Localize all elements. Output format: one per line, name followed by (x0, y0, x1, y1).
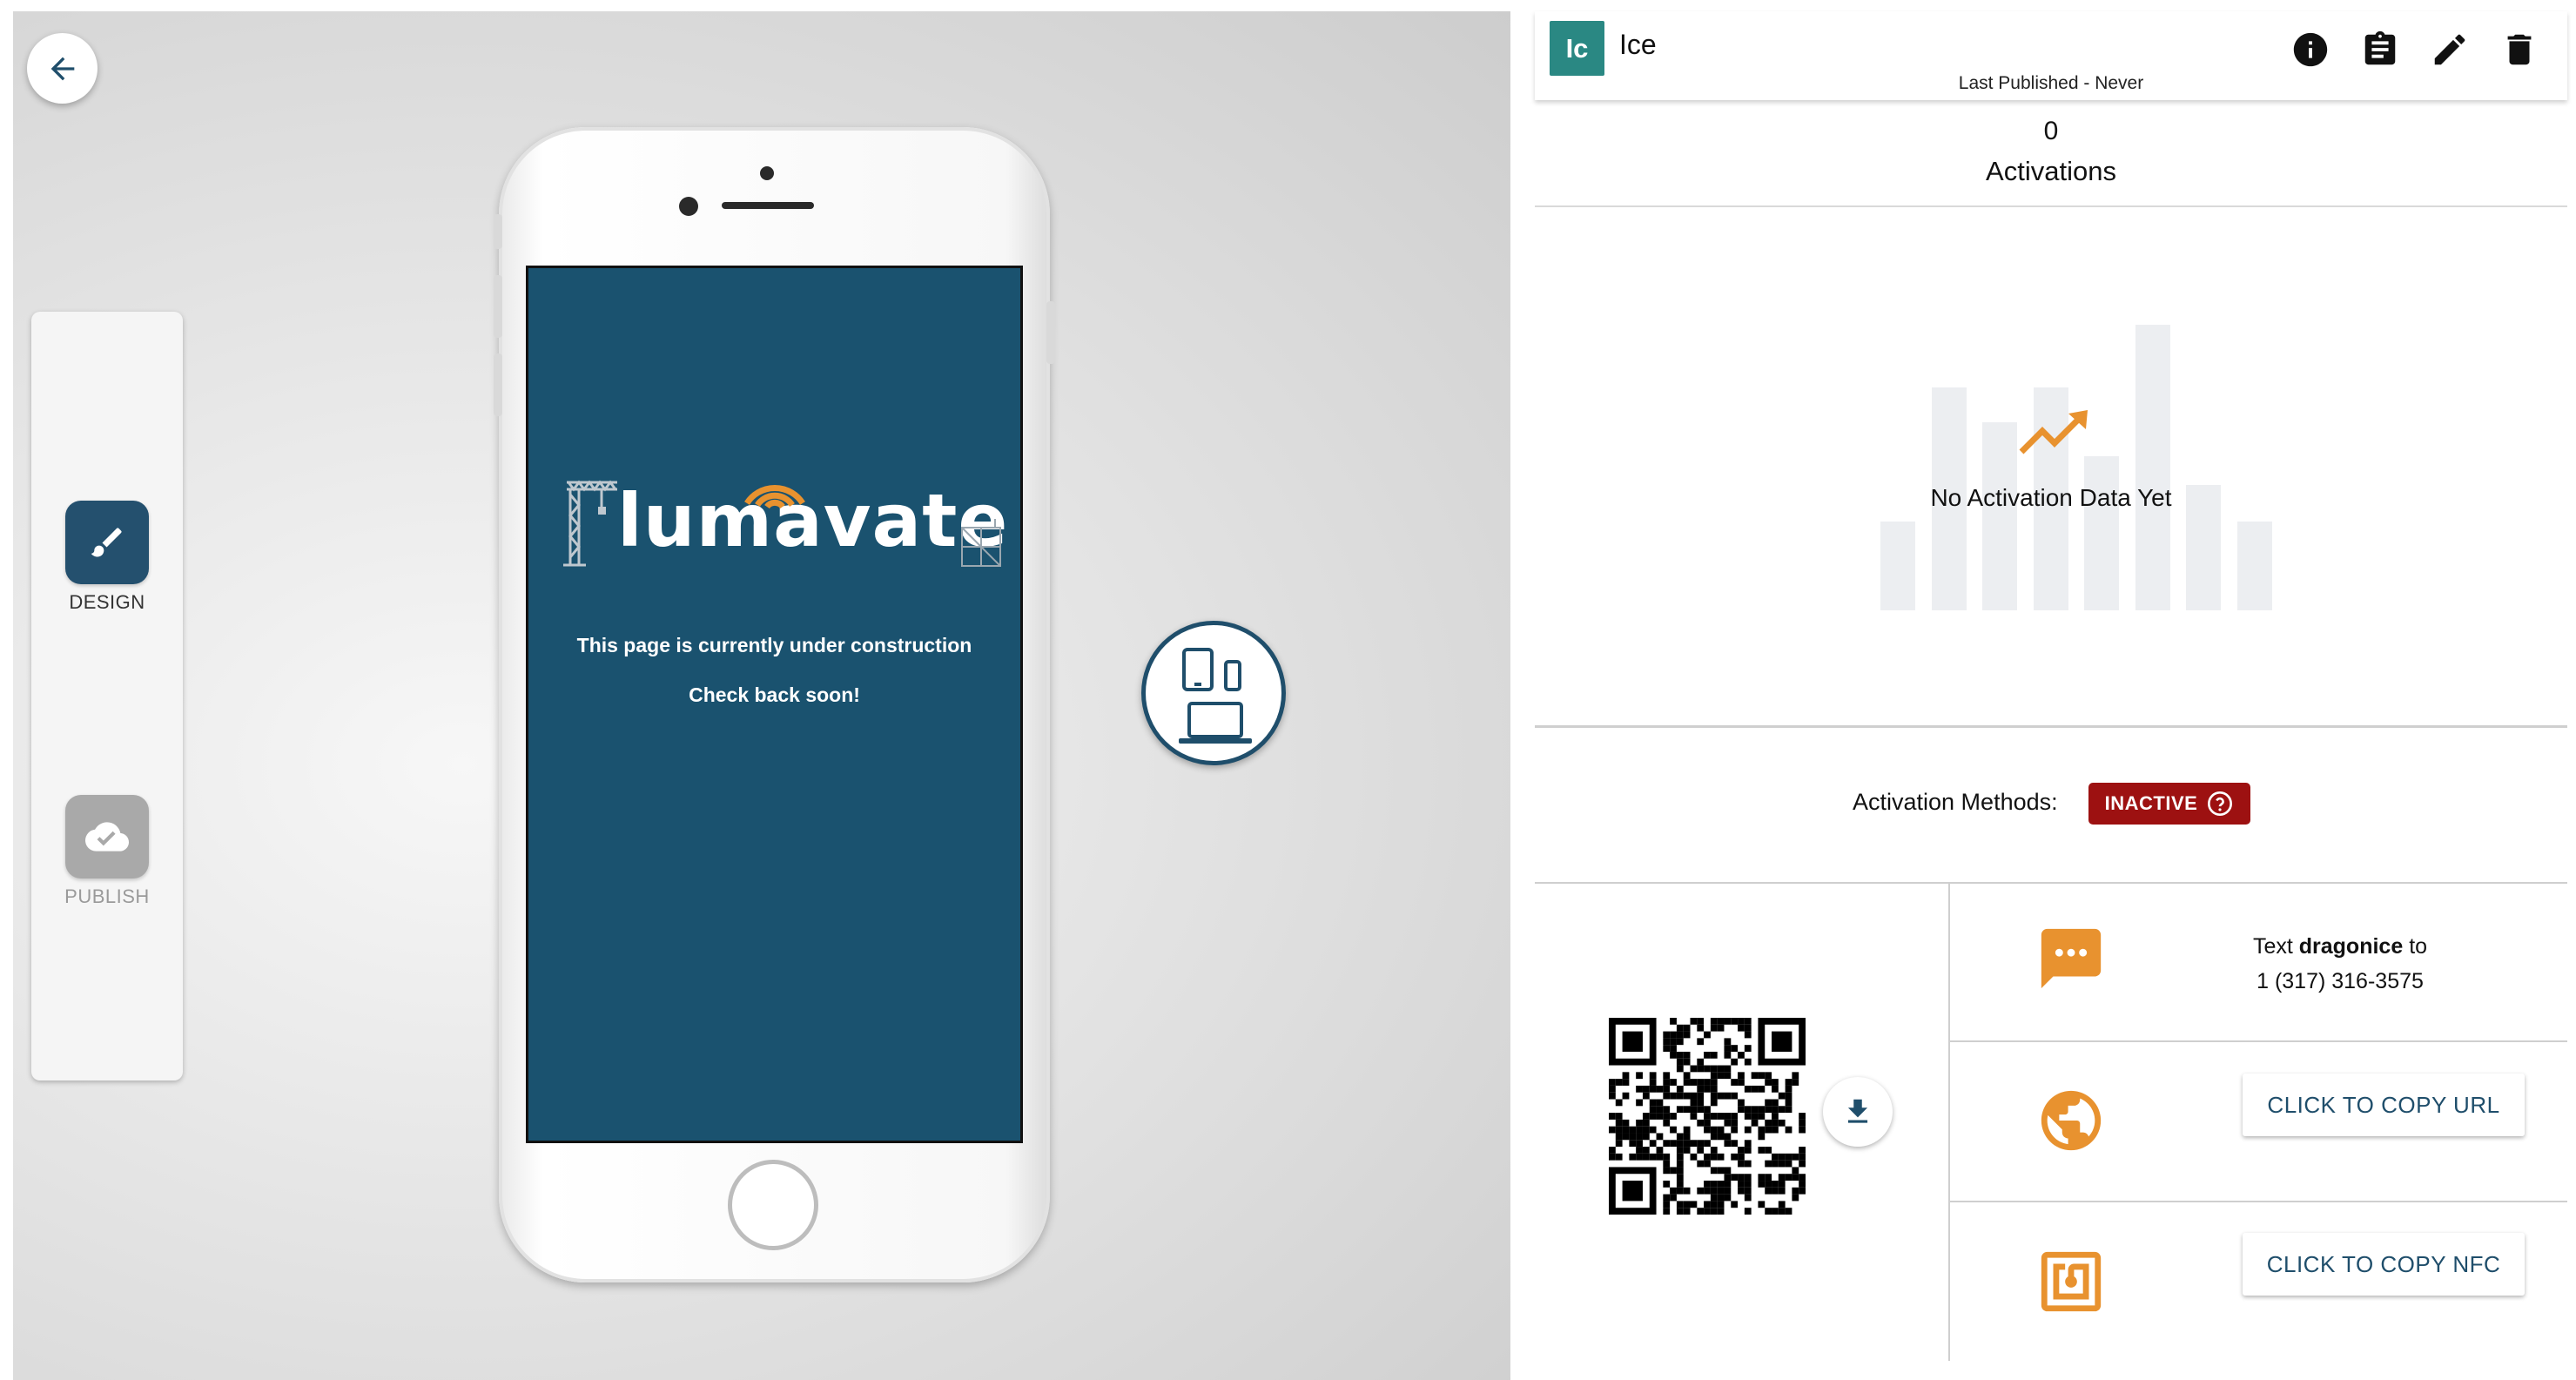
activation-methods-label: Activation Methods: (1853, 789, 2058, 815)
phone-power-button (1046, 301, 1055, 364)
cloud-check-icon (85, 822, 129, 852)
placeholder-bars (1880, 325, 2272, 610)
chat-icon (2041, 928, 2102, 989)
paintbrush-icon (91, 528, 122, 557)
wifi-signal-icon (744, 485, 805, 508)
download-icon (1847, 1099, 1868, 1123)
sms-prefix: Text (2252, 934, 2293, 959)
back-button[interactable] (27, 33, 98, 104)
activation-methods-grid: Text dragonice to 1 (317) 316-3575 CLICK… (1535, 884, 2567, 1361)
logo-wordmark: lumavate (617, 478, 1009, 563)
info-icon (2293, 32, 2328, 67)
no-data-message: No Activation Data Yet (1930, 484, 2172, 511)
publish-label: PUBLISH (64, 885, 150, 907)
publish-button[interactable] (65, 795, 149, 878)
device-toggle-button[interactable] (1141, 621, 1286, 765)
design-tool[interactable]: DESIGN (31, 501, 183, 614)
divider (1950, 1040, 2567, 1042)
qr-code (1609, 1018, 1806, 1215)
download-qr-button[interactable] (1823, 1077, 1893, 1147)
phone-mute-switch (494, 214, 502, 249)
preview-canvas: DESIGN PUBLISH lumavate This page is cur… (13, 11, 1510, 1380)
sms-keyword: dragonice (2298, 934, 2404, 959)
phone-camera (679, 197, 698, 216)
design-button[interactable] (65, 501, 149, 584)
crane-icon (563, 480, 617, 567)
info-button[interactable] (2286, 25, 2335, 74)
last-published: Last Published - Never (1958, 73, 2144, 93)
publish-tool[interactable]: PUBLISH (31, 795, 183, 908)
arrow-left-icon (50, 57, 74, 80)
divider (1535, 725, 2567, 728)
phone-volume-up (494, 275, 502, 338)
trending-up-icon (2019, 410, 2088, 454)
phone-home-button (728, 1160, 818, 1250)
clipboard-button[interactable] (2356, 25, 2404, 74)
placeholder-bar (1982, 422, 2017, 610)
devices-icon (1179, 648, 1252, 744)
divider (1948, 884, 1950, 1361)
side-toolbar: DESIGN PUBLISH (31, 312, 183, 1080)
pencil-icon (2434, 34, 2465, 65)
placeholder-bar (2084, 456, 2119, 610)
phone-mockup: lumavate This page is currently under co… (494, 127, 1055, 1282)
delete-button[interactable] (2495, 25, 2544, 74)
app-header: Ic Ice Last Published - Never (1535, 11, 2567, 100)
placeholder-bar (2135, 325, 2170, 610)
sms-phone-number: 1 (317) 316-3575 (2257, 969, 2424, 993)
top-bar (0, 0, 2576, 10)
construction-message: This page is currently under constructio… (576, 634, 972, 656)
sms-instructions: Text dragonice to 1 (317) 316-3575 (2196, 929, 2484, 999)
phone-screen: lumavate This page is currently under co… (526, 266, 1023, 1143)
app-title: Ice (1619, 29, 1657, 60)
activation-count: 0 (2043, 117, 2059, 145)
lumavate-logo: lumavate (560, 474, 1007, 578)
avatar: Ic (1550, 21, 1604, 76)
activation-chart-placeholder (1535, 210, 2567, 732)
nfc-icon (2041, 1251, 2102, 1312)
divider (1950, 1201, 2567, 1202)
help-circle-icon (2208, 791, 2233, 816)
trash-icon (2507, 34, 2532, 65)
copy-nfc-button[interactable]: CLICK TO COPY NFC (2243, 1233, 2525, 1296)
design-label: DESIGN (69, 591, 145, 613)
phone-sensor (760, 166, 774, 180)
placeholder-bar (2236, 522, 2272, 610)
globe-icon (2041, 1090, 2102, 1151)
sms-suffix: to (2409, 934, 2428, 959)
clipboard-icon (2364, 30, 2396, 65)
activation-label: Activations (1986, 156, 2116, 186)
divider (1535, 205, 2567, 207)
phone-volume-down (494, 353, 502, 416)
status-text: INACTIVE (2104, 792, 2198, 814)
edit-button[interactable] (2425, 25, 2474, 74)
placeholder-bar (1880, 522, 1915, 610)
copy-url-button[interactable]: CLICK TO COPY URL (2243, 1074, 2525, 1136)
check-back-message: Check back soon! (689, 683, 860, 706)
phone-speaker (722, 202, 814, 209)
scaffold-icon (961, 519, 1001, 567)
status-badge[interactable]: INACTIVE (2088, 783, 2250, 825)
details-panel: Ic Ice Last Published - Never 0 Activati… (1535, 11, 2567, 1361)
